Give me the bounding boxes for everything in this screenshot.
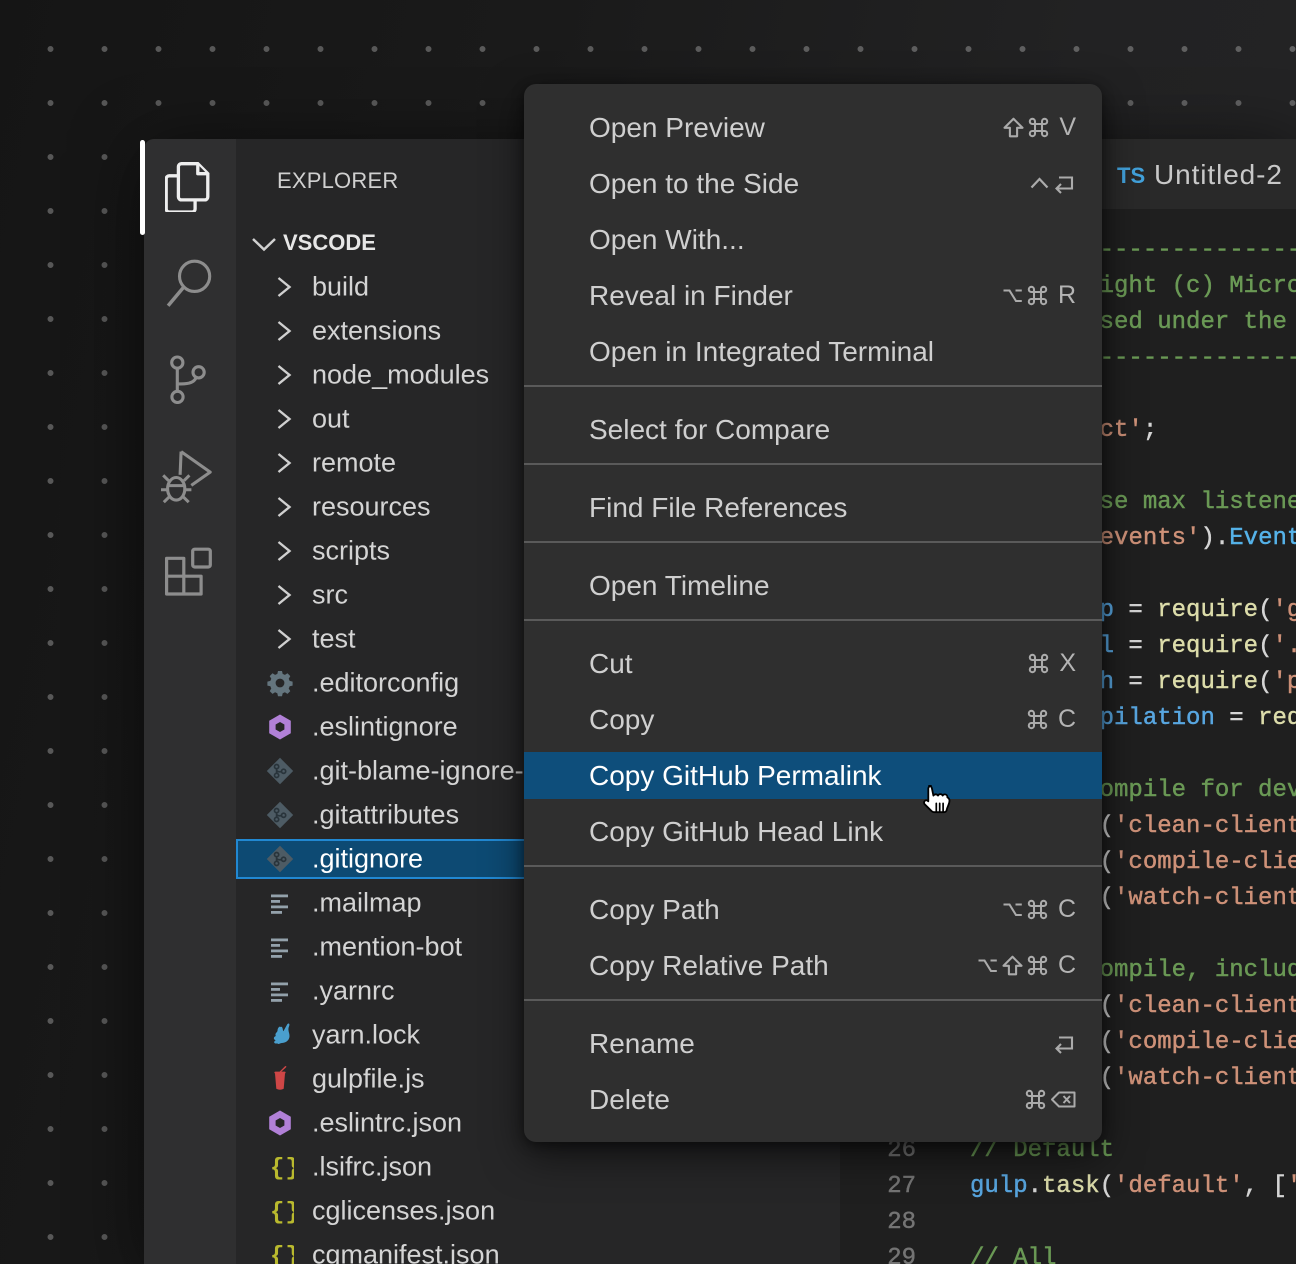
svg-text:{}: {} bbox=[270, 1156, 294, 1182]
svg-text:{}: {} bbox=[270, 1200, 294, 1226]
svg-text:{}: {} bbox=[270, 1244, 294, 1264]
